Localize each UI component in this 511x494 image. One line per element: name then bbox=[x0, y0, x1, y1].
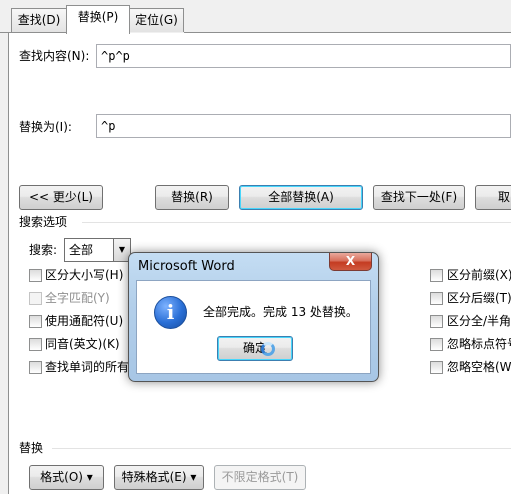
replace-all-button[interactable]: 全部替换(A) bbox=[239, 185, 363, 210]
match-width-checkbox[interactable] bbox=[430, 315, 443, 328]
search-options-heading: 搜索选项 bbox=[19, 215, 68, 229]
info-icon: i bbox=[154, 296, 187, 329]
match-prefix-checkbox[interactable] bbox=[430, 269, 443, 282]
match-case-label: 区分大小写(H) bbox=[45, 268, 124, 282]
match-case-checkbox[interactable] bbox=[29, 269, 42, 282]
all-word-forms-label: 查找单词的所有 bbox=[45, 360, 130, 374]
tab-find[interactable]: 查找(D) bbox=[11, 8, 67, 32]
format-button[interactable]: 格式(O) ▾ bbox=[29, 465, 104, 490]
ignore-punctuation-checkbox[interactable] bbox=[430, 338, 443, 351]
find-input[interactable]: ^p^p bbox=[96, 44, 511, 68]
close-icon: X bbox=[345, 254, 356, 268]
replace-section-heading: 替换 bbox=[19, 441, 44, 455]
wildcards-label: 使用通配符(U) bbox=[45, 314, 124, 328]
message-box: Microsoft Word X i 全部完成。完成 13 处替换。 确定 bbox=[128, 252, 379, 382]
wildcards-checkbox[interactable] bbox=[29, 315, 42, 328]
search-direction-select[interactable]: 全部 ▼ bbox=[64, 238, 131, 262]
close-button[interactable]: X bbox=[329, 253, 372, 271]
no-formatting-button[interactable]: 不限定格式(T) bbox=[214, 465, 306, 490]
sounds-like-label: 同音(英文)(K) bbox=[45, 337, 120, 351]
search-direction-label: 搜索: bbox=[29, 243, 58, 257]
message-box-title: Microsoft Word bbox=[138, 259, 235, 274]
replace-section-separator bbox=[52, 448, 511, 449]
find-next-button[interactable]: 查找下一处(F) bbox=[373, 185, 465, 210]
ok-button[interactable]: 确定 bbox=[217, 336, 293, 361]
sounds-like-checkbox[interactable] bbox=[29, 338, 42, 351]
tab-replace[interactable]: 替换(P) bbox=[66, 5, 130, 34]
match-suffix-checkbox[interactable] bbox=[430, 292, 443, 305]
replace-label: 替换为(I): bbox=[19, 120, 72, 134]
tab-strip: 查找(D) 替换(P) 定位(G) bbox=[0, 0, 511, 34]
match-prefix-label: 区分前缀(X) bbox=[447, 268, 511, 282]
all-word-forms-checkbox[interactable] bbox=[29, 361, 42, 374]
search-direction-value: 全部 bbox=[69, 243, 94, 257]
match-width-label: 区分全/半角 bbox=[447, 314, 511, 328]
less-button[interactable]: << 更少(L) bbox=[19, 185, 103, 210]
cancel-button[interactable]: 取 bbox=[475, 185, 511, 210]
ignore-punctuation-label: 忽略标点符号 bbox=[447, 337, 511, 351]
tab-goto[interactable]: 定位(G) bbox=[129, 8, 184, 32]
replace-input[interactable]: ^p bbox=[96, 114, 511, 138]
search-options-separator bbox=[82, 222, 511, 223]
whole-word-checkbox[interactable] bbox=[29, 292, 42, 305]
match-suffix-label: 区分后缀(T) bbox=[447, 291, 511, 305]
whole-word-label: 全字匹配(Y) bbox=[45, 291, 110, 305]
replace-button[interactable]: 替换(R) bbox=[155, 185, 229, 210]
busy-cursor-icon bbox=[261, 342, 275, 356]
find-label: 查找内容(N): bbox=[19, 49, 90, 63]
special-button[interactable]: 特殊格式(E) ▾ bbox=[114, 465, 204, 490]
ignore-whitespace-label: 忽略空格(W bbox=[447, 360, 511, 374]
message-box-body: i 全部完成。完成 13 处替换。 确定 bbox=[136, 280, 371, 374]
message-text: 全部完成。完成 13 处替换。 bbox=[203, 305, 358, 319]
ignore-whitespace-checkbox[interactable] bbox=[430, 361, 443, 374]
